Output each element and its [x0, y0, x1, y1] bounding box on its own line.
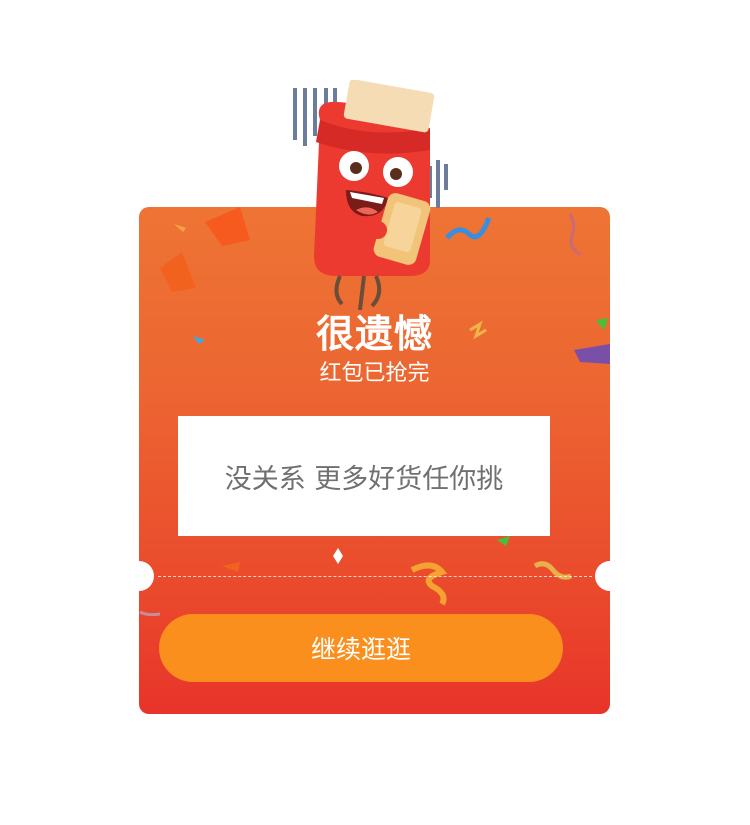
ticket-divider	[158, 576, 592, 577]
red-envelope-mascot-icon	[293, 80, 448, 310]
ticket-notch-right	[595, 561, 625, 591]
ticket-notch-left	[124, 561, 154, 591]
dialog-subtitle: 红包已抢完	[319, 361, 430, 386]
message-text: 没关系 更多好货任你挑	[224, 463, 504, 495]
dialog-title: 很遗憾	[315, 312, 433, 356]
continue-browsing-button[interactable]: 继续逛逛	[159, 614, 563, 682]
message-box: 没关系 更多好货任你挑	[178, 416, 550, 536]
